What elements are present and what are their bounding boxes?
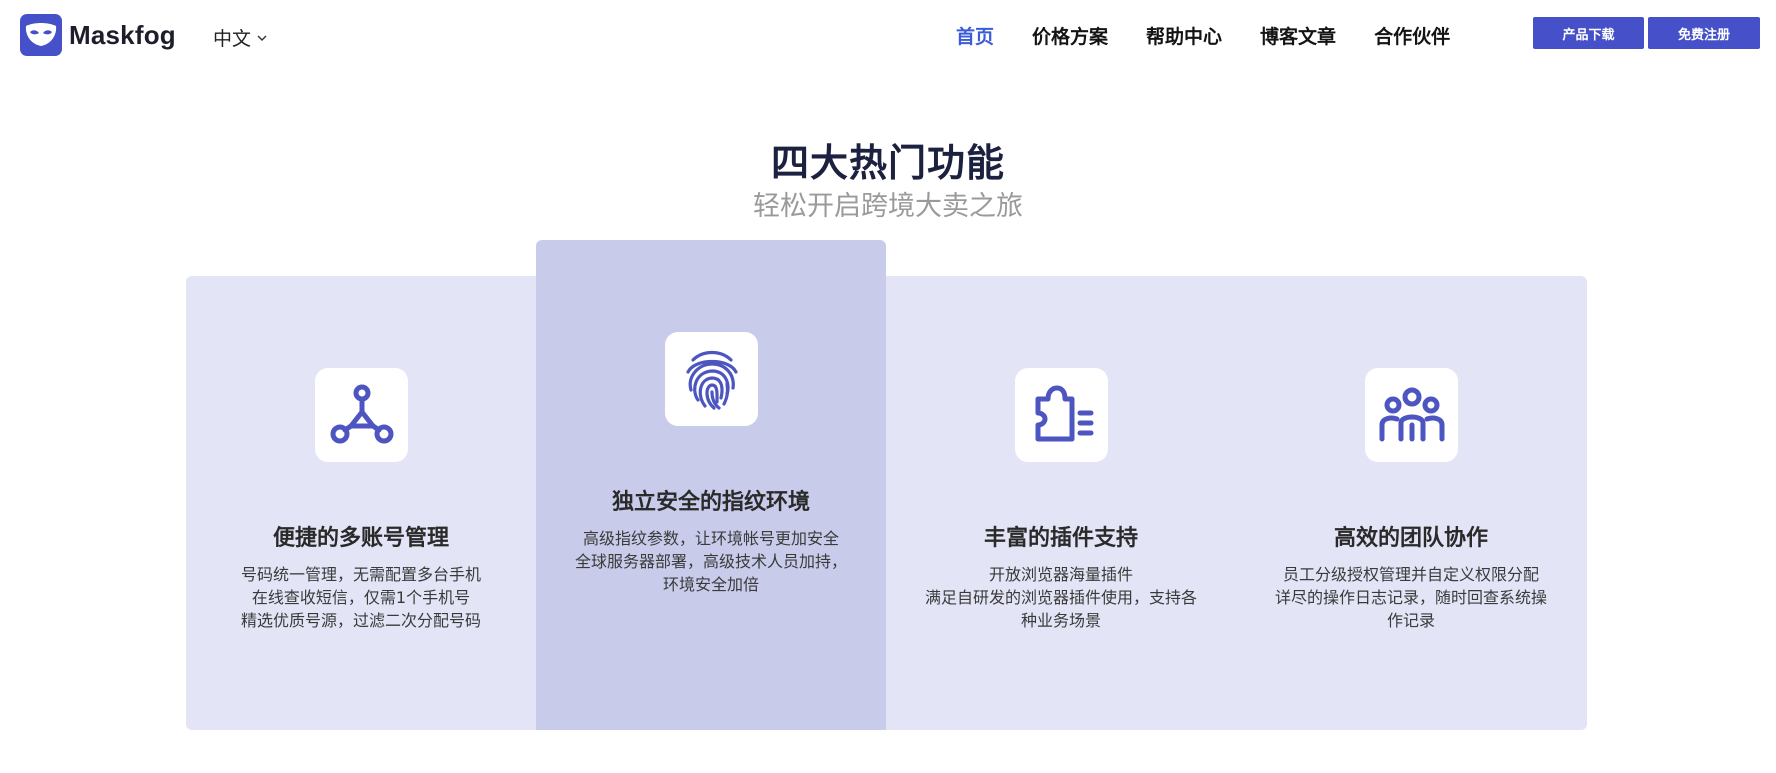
nav-item-help[interactable]: 帮助中心 bbox=[1146, 22, 1222, 49]
nav-item-partners[interactable]: 合作伙伴 bbox=[1374, 22, 1450, 49]
feature-description: 高级指纹参数，让环境帐号更加安全 全球服务器部署，高级技术人员加持， 环境安全加… bbox=[574, 529, 847, 594]
feature-title: 高效的团队协作 bbox=[1333, 526, 1488, 551]
feature-icon-box bbox=[315, 368, 408, 462]
feature-description: 员工分级授权管理并自定义权限分配 详尽的操作日志记录，随时回查系统操 作记录 bbox=[1274, 565, 1547, 630]
nav-item-blog[interactable]: 博客文章 bbox=[1260, 22, 1336, 49]
language-label: 中文 bbox=[213, 28, 252, 50]
feature-icon-box bbox=[1015, 368, 1108, 462]
network-nodes-icon bbox=[330, 384, 393, 444]
team-users-icon bbox=[1379, 387, 1444, 442]
feature-description: 开放浏览器海量插件 满足自研发的浏览器插件使用，支持各 种业务场景 bbox=[924, 565, 1197, 630]
brand-name: Maskfog bbox=[69, 19, 176, 50]
feature-title: 独立安全的指纹环境 bbox=[611, 490, 810, 515]
feature-card-plugins[interactable]: 丰富的插件支持 开放浏览器海量插件 满足自研发的浏览器插件使用，支持各 种业务场… bbox=[886, 276, 1236, 730]
puzzle-plugin-icon bbox=[1035, 385, 1093, 442]
brand-logo[interactable]: Maskfog bbox=[20, 14, 176, 56]
feature-card-team[interactable]: 高效的团队协作 员工分级授权管理并自定义权限分配 详尽的操作日志记录，随时回查系… bbox=[1236, 276, 1586, 730]
feature-icon-box bbox=[665, 332, 758, 426]
feature-description: 号码统一管理，无需配置多台手机 在线查收短信，仅需1个手机号 精选优质号源，过滤… bbox=[240, 565, 481, 630]
site-header: Maskfog 中文 首页 价格方案 帮助中心 博客文章 合作伙伴 产品下载 免… bbox=[0, 0, 1776, 72]
feature-title: 便捷的多账号管理 bbox=[272, 526, 449, 551]
fingerprint-icon bbox=[685, 350, 738, 410]
section-subtitle: 轻松开启跨境大卖之旅 bbox=[753, 191, 1023, 222]
nav-item-home[interactable]: 首页 bbox=[956, 22, 994, 49]
language-selector[interactable]: 中文 bbox=[213, 24, 267, 51]
download-button[interactable]: 产品下载 bbox=[1533, 17, 1644, 49]
feature-card-fingerprint[interactable]: 独立安全的指纹环境 高级指纹参数，让环境帐号更加安全 全球服务器部署，高级技术人… bbox=[536, 240, 886, 730]
feature-title: 丰富的插件支持 bbox=[983, 526, 1138, 551]
feature-card-accounts[interactable]: 便捷的多账号管理 号码统一管理，无需配置多台手机 在线查收短信，仅需1个手机号 … bbox=[186, 276, 536, 730]
register-button[interactable]: 免费注册 bbox=[1648, 17, 1760, 49]
main-nav: 首页 价格方案 帮助中心 博客文章 合作伙伴 bbox=[956, 22, 1488, 49]
mask-logo-icon bbox=[20, 14, 62, 56]
page: Maskfog 中文 首页 价格方案 帮助中心 博客文章 合作伙伴 产品下载 免… bbox=[0, 0, 1776, 773]
feature-icon-box bbox=[1365, 368, 1458, 462]
nav-item-pricing[interactable]: 价格方案 bbox=[1032, 22, 1108, 49]
chevron-down-icon bbox=[257, 35, 267, 41]
section-title: 四大热门功能 bbox=[770, 141, 1005, 185]
